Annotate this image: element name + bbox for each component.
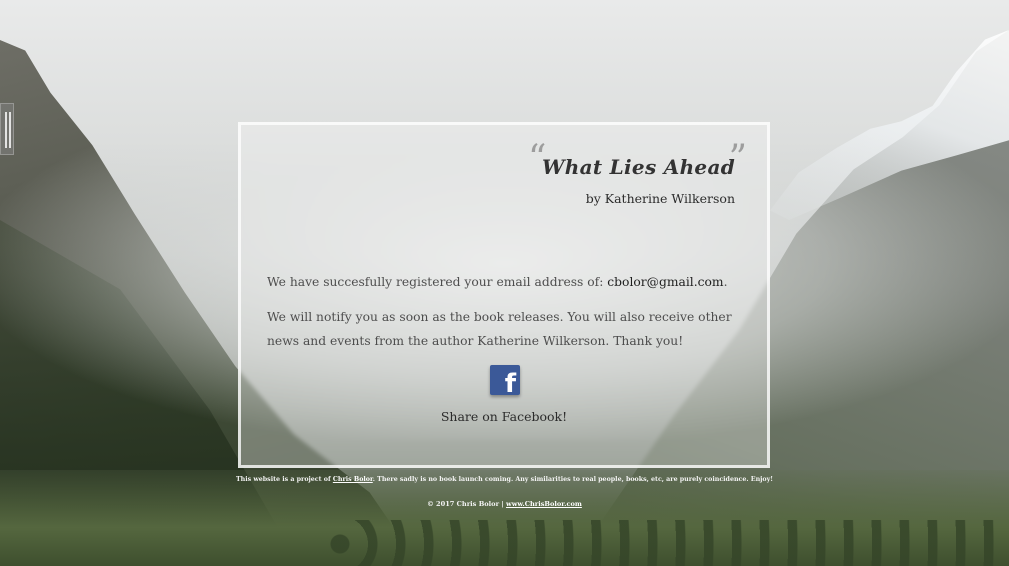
handle-bar — [9, 112, 11, 148]
author-link[interactable]: Chris Bolor — [333, 476, 373, 483]
author-byline: by Katherine Wilkerson — [585, 191, 735, 206]
tree-line — [330, 520, 1009, 566]
facebook-share-button[interactable]: f — [490, 365, 520, 399]
share-on-facebook-link[interactable]: Share on Facebook! — [241, 409, 767, 424]
footer-disclaimer: This website is a project of Chris Bolor… — [0, 476, 1009, 483]
copyright-text: © 2017 Chris Bolor | — [427, 500, 507, 508]
handle-bar — [5, 112, 7, 148]
book-title: What Lies Ahead — [542, 155, 735, 179]
book-title-block: “ What Lies Ahead ” — [528, 141, 747, 180]
open-quote-mark: “ — [528, 138, 547, 179]
footer-copyright: © 2017 Chris Bolor | www.ChrisBolor.com — [0, 500, 1009, 508]
footer-note-suffix: . There sadly is no book launch coming. … — [372, 476, 774, 483]
confirmation-card: “ What Lies Ahead ” by Katherine Wilkers… — [238, 122, 770, 468]
facebook-icon: f — [504, 369, 516, 399]
registration-period: . — [723, 275, 728, 289]
footer-note-prefix: This website is a project of — [235, 476, 333, 483]
notify-message: We will notify you as soon as the book r… — [267, 310, 732, 348]
close-quote-mark: ” — [728, 138, 747, 179]
side-menu-handle[interactable] — [0, 103, 14, 155]
registered-email: cbolor@gmail.com — [607, 275, 724, 289]
registration-text: We have succesfully registered your emai… — [267, 275, 608, 289]
registration-message: We have succesfully registered your emai… — [267, 270, 737, 294]
website-link[interactable]: www.ChrisBolor.com — [506, 500, 582, 508]
